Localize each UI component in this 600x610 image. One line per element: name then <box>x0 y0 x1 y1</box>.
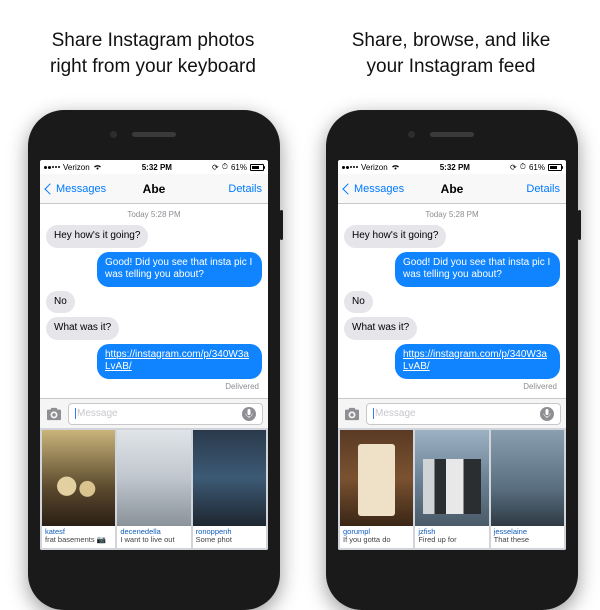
rotation-lock-icon: ⟳ <box>212 163 219 172</box>
keyboard-photo-grid[interactable]: gorumplIf you gotta do jzfishFired up fo… <box>338 428 566 550</box>
phone-frame: Verizon 5:32 PM ⟳ ⏱ 61% Messages <box>28 110 280 610</box>
conversation[interactable]: Today 5:28 PM Hey how's it going? Good! … <box>338 204 566 398</box>
battery-icon <box>250 164 264 171</box>
grid-card[interactable]: jesselaineThat these <box>491 430 564 548</box>
back-button[interactable]: Messages <box>344 183 404 195</box>
message-out-link[interactable]: https://instagram.com/p/340W3aLvAB/ <box>97 344 262 379</box>
carrier-label: Verizon <box>63 163 90 172</box>
thumbnail[interactable] <box>491 430 564 526</box>
message-input-bar: Message <box>338 398 566 428</box>
status-time: 5:32 PM <box>142 163 172 172</box>
headline-left: Share Instagram photos right from your k… <box>8 0 298 93</box>
delivered-label: Delivered <box>523 382 557 391</box>
thumbnail[interactable] <box>415 430 488 526</box>
message-in[interactable]: What was it? <box>46 317 119 340</box>
grid-card[interactable]: katesffrat basements 📷 <box>42 430 115 548</box>
battery-percent: 61% <box>231 163 247 172</box>
grid-card[interactable]: jzfishFired up for <box>415 430 488 548</box>
message-input[interactable]: Message <box>68 403 263 425</box>
thumbnail[interactable] <box>117 430 190 526</box>
alarm-icon: ⏱ <box>520 162 526 172</box>
keyboard-photo-grid[interactable]: katesffrat basements 📷 decenedellaI want… <box>40 428 268 550</box>
camera-button[interactable] <box>45 407 63 421</box>
wifi-icon <box>391 163 400 172</box>
thumbnail[interactable] <box>340 430 413 526</box>
signal-dots-icon <box>342 166 358 169</box>
thumbnail[interactable] <box>42 430 115 526</box>
details-button[interactable]: Details <box>228 183 262 195</box>
mic-button[interactable] <box>540 407 554 421</box>
grid-card[interactable]: decenedellaI want to live out <box>117 430 190 548</box>
carrier-label: Verizon <box>361 163 388 172</box>
back-button[interactable]: Messages <box>46 183 106 195</box>
wifi-icon <box>93 163 102 172</box>
message-in[interactable]: No <box>344 291 373 314</box>
thumbnail[interactable] <box>193 430 266 526</box>
message-out-link[interactable]: https://instagram.com/p/340W3aLvAB/ <box>395 344 560 379</box>
grid-card[interactable]: ronoppenhSome phot <box>193 430 266 548</box>
delivered-label: Delivered <box>225 382 259 391</box>
battery-percent: 61% <box>529 163 545 172</box>
status-bar: Verizon 5:32 PM ⟳ ⏱ 61% <box>338 160 566 174</box>
signal-dots-icon <box>44 166 60 169</box>
battery-icon <box>548 164 562 171</box>
timestamp: Today 5:28 PM <box>46 210 262 219</box>
grid-card[interactable]: gorumplIf you gotta do <box>340 430 413 548</box>
conversation[interactable]: Today 5:28 PM Hey how's it going? Good! … <box>40 204 268 398</box>
phone-frame: Verizon 5:32 PM ⟳ ⏱ 61% Messages <box>326 110 578 610</box>
details-button[interactable]: Details <box>526 183 560 195</box>
status-bar: Verizon 5:32 PM ⟳ ⏱ 61% <box>40 160 268 174</box>
camera-button[interactable] <box>343 407 361 421</box>
message-in[interactable]: Hey how's it going? <box>344 225 446 248</box>
headline-right: Share, browse, and like your Instagram f… <box>306 0 596 93</box>
message-input[interactable]: Message <box>366 403 561 425</box>
chevron-left-icon <box>342 183 353 194</box>
mic-button[interactable] <box>242 407 256 421</box>
nav-bar: Messages Abe Details <box>338 174 566 204</box>
status-time: 5:32 PM <box>440 163 470 172</box>
alarm-icon: ⏱ <box>222 162 228 172</box>
message-out[interactable]: Good! Did you see that insta pic I was t… <box>97 252 262 287</box>
message-in[interactable]: Hey how's it going? <box>46 225 148 248</box>
message-input-bar: Message <box>40 398 268 428</box>
timestamp: Today 5:28 PM <box>344 210 560 219</box>
nav-bar: Messages Abe Details <box>40 174 268 204</box>
message-out[interactable]: Good! Did you see that insta pic I was t… <box>395 252 560 287</box>
rotation-lock-icon: ⟳ <box>510 163 517 172</box>
message-in[interactable]: No <box>46 291 75 314</box>
chevron-left-icon <box>44 183 55 194</box>
message-in[interactable]: What was it? <box>344 317 417 340</box>
